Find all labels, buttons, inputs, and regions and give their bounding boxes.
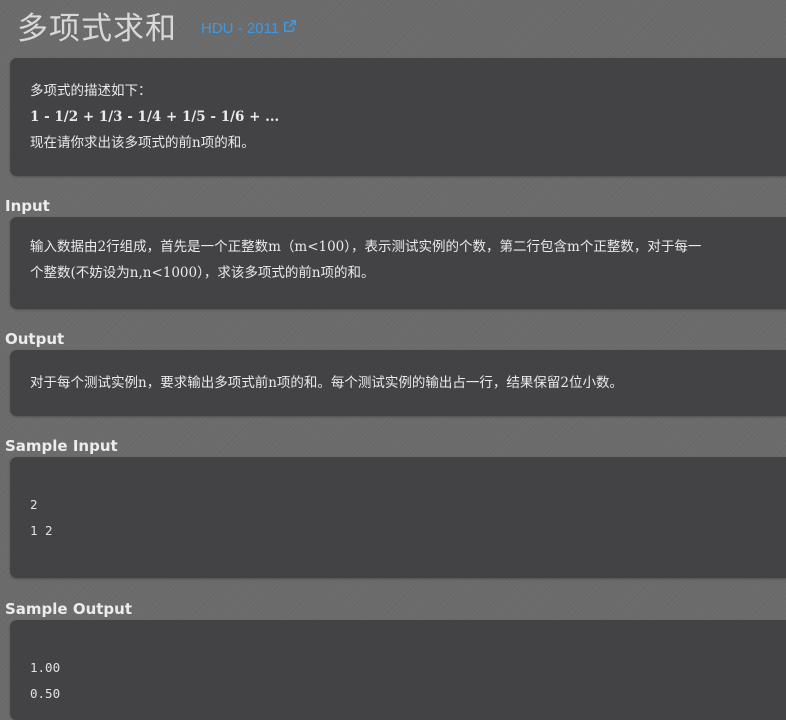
source-link[interactable]: HDU - 2011	[201, 19, 297, 37]
description-panel: 多项式的描述如下： 1 - 1/2 + 1/3 - 1/4 + 1/5 - 1/…	[10, 58, 786, 176]
problem-header: 多项式求和 HDU - 2011	[17, 0, 297, 50]
sample-input-line: 1 2	[30, 523, 53, 538]
sample-input-heading: Sample Input	[5, 437, 118, 455]
sample-input-line: 2	[30, 497, 38, 512]
sample-output-heading: Sample Output	[5, 600, 133, 618]
output-heading: Output	[5, 330, 65, 348]
input-line: 输入数据由2行组成，首先是一个正整数m（m<100），表示测试实例的个数，第二行…	[30, 239, 702, 255]
external-link-icon	[283, 19, 297, 37]
sample-input-panel: 2 1 2	[10, 457, 786, 578]
source-label: HDU - 2011	[201, 19, 280, 37]
sample-output-line: 0.50	[30, 686, 61, 701]
description-line: 现在请你求出该多项式的前n项的和。	[30, 135, 255, 151]
input-line: 个整数(不妨设为n,n<1000），求该多项式的前n项的和。	[30, 265, 375, 281]
description-line: 多项式的描述如下：	[30, 83, 152, 99]
sample-output-line: 1.00	[30, 660, 61, 675]
output-panel: 对于每个测试实例n，要求输出多项式前n项的和。每个测试实例的输出占一行，结果保留…	[10, 350, 786, 416]
input-panel: 输入数据由2行组成，首先是一个正整数m（m<100），表示测试实例的个数，第二行…	[10, 217, 786, 309]
page-title: 多项式求和	[17, 10, 177, 47]
output-line: 对于每个测试实例n，要求输出多项式前n项的和。每个测试实例的输出占一行，结果保留…	[30, 375, 623, 391]
sample-output-panel: 1.00 0.50	[10, 620, 786, 720]
description-formula: 1 - 1/2 + 1/3 - 1/4 + 1/5 - 1/6 + ...	[30, 109, 280, 125]
input-heading: Input	[5, 197, 50, 215]
